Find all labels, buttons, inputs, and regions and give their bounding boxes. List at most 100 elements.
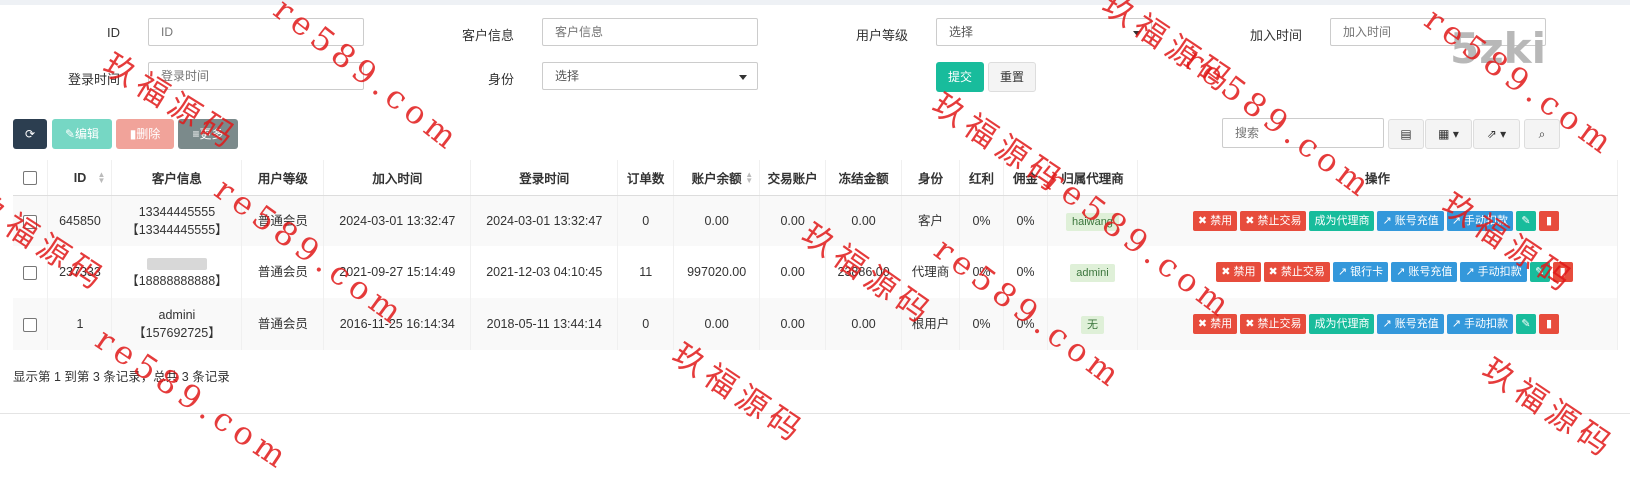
submit-button[interactable]: 提交 bbox=[936, 62, 984, 92]
login-time-label: 登录时间 bbox=[67, 72, 120, 87]
cell-login-time: 2018-05-11 13:44:14 bbox=[470, 298, 619, 350]
join-time-label: 加入时间 bbox=[1249, 28, 1302, 43]
header-id[interactable]: ID ▲ ▼ bbox=[47, 160, 113, 196]
delete-button-label: 删除 bbox=[136, 127, 161, 141]
trash-icon: ▮ bbox=[1546, 215, 1553, 227]
cell-trade: 0.00 bbox=[759, 195, 827, 246]
cell-level: 普通会员 bbox=[241, 246, 325, 298]
cell-frozen: 0.00 bbox=[825, 298, 903, 350]
row-checkbox[interactable] bbox=[23, 265, 38, 280]
role-label: 身份 bbox=[487, 72, 514, 87]
deduct-button[interactable]: ↗ 手动扣款 bbox=[1460, 262, 1527, 282]
cell-id: 237333 bbox=[47, 246, 113, 298]
header-agent: 归属代理商 bbox=[1047, 160, 1138, 196]
header-orders: 订单数 bbox=[617, 160, 675, 196]
trash-icon: ▮ bbox=[1559, 266, 1566, 278]
columns-button[interactable]: ▦ ▾ bbox=[1425, 119, 1472, 149]
customer-phone: 【13344445555】 bbox=[126, 223, 228, 237]
sort-icon: ▲ ▼ bbox=[97, 170, 106, 185]
more-button-label: 更多 bbox=[199, 127, 224, 141]
export-icon: ⇗ ▾ bbox=[1486, 127, 1507, 141]
cell-level: 普通会员 bbox=[241, 195, 325, 246]
edit-row-button[interactable]: ✎ bbox=[1516, 211, 1537, 231]
become-agent-label: 成为代理商 bbox=[1314, 215, 1370, 227]
export-button[interactable]: ⇗ ▾ bbox=[1473, 119, 1520, 149]
data-table: ID ▲ ▼ 客户信息 用户等级 加入时间 登录时间 订单数 账户余额 ▲ ▼ 交易账户… bbox=[13, 160, 1619, 350]
disable-button[interactable]: ✖ 禁用 bbox=[1192, 211, 1238, 231]
agent-badge: admini bbox=[1070, 263, 1115, 282]
header-balance[interactable]: 账户余额 ▲ ▼ bbox=[673, 160, 761, 196]
recharge-button[interactable]: ↗ 账号充值 bbox=[1377, 314, 1444, 334]
ban-trade-label: 禁止交易 bbox=[1257, 215, 1302, 227]
deduct-button[interactable]: ↗ 手动扣款 bbox=[1446, 211, 1514, 231]
level-select[interactable]: 选择 bbox=[936, 18, 1152, 46]
bottom-divider bbox=[0, 413, 1630, 414]
disable-button[interactable]: ✖ 禁用 bbox=[1216, 262, 1261, 282]
ban-trade-button[interactable]: ✖ 禁止交易 bbox=[1263, 262, 1330, 282]
chevron-down-icon bbox=[1133, 31, 1141, 36]
table-header-row: ID ▲ ▼ 客户信息 用户等级 加入时间 登录时间 订单数 账户余额 ▲ ▼ 交易账户… bbox=[13, 160, 1619, 196]
recharge-button[interactable]: ↗ 账号充值 bbox=[1377, 211, 1444, 231]
cell-level: 普通会员 bbox=[241, 298, 325, 350]
select-all-cell[interactable] bbox=[13, 160, 49, 196]
become-agent-button[interactable]: 成为代理商 bbox=[1309, 211, 1375, 231]
cell-role: 客户 bbox=[901, 195, 961, 246]
login-time-input[interactable] bbox=[148, 62, 364, 90]
row-select-cell[interactable] bbox=[13, 246, 49, 298]
delete-row-button[interactable]: ▮ bbox=[1552, 262, 1573, 282]
trash-icon: ▮ bbox=[1546, 318, 1553, 330]
header-join-time: 加入时间 bbox=[323, 160, 472, 196]
delete-row-button[interactable]: ▮ bbox=[1539, 211, 1560, 231]
role-select[interactable]: 选择 bbox=[542, 62, 758, 90]
delete-row-button[interactable]: ▮ bbox=[1539, 314, 1560, 334]
id-input[interactable] bbox=[148, 18, 364, 46]
customer-phone: 【157692725】 bbox=[133, 326, 221, 340]
ban-trade-button[interactable]: ✖ 禁止交易 bbox=[1240, 211, 1307, 231]
pencil-icon: ✎ bbox=[1535, 266, 1545, 278]
cell-id: 645850 bbox=[47, 195, 113, 246]
ban-trade-button[interactable]: ✖ 禁止交易 bbox=[1240, 314, 1307, 334]
edit-row-button[interactable]: ✎ bbox=[1529, 262, 1550, 282]
cell-agent: 无 bbox=[1047, 298, 1138, 350]
search-icon: ⌕ bbox=[1538, 127, 1546, 141]
customer-input[interactable] bbox=[542, 18, 758, 46]
delete-button[interactable]: ▮删除 bbox=[116, 119, 174, 149]
toggle-view-button[interactable]: ▤ bbox=[1388, 119, 1424, 149]
header-level: 用户等级 bbox=[241, 160, 325, 196]
header-role: 身份 bbox=[901, 160, 961, 196]
customer-label: 客户信息 bbox=[461, 28, 514, 43]
more-button[interactable]: ≡更多 bbox=[178, 119, 238, 149]
cell-role: 根用户 bbox=[901, 298, 961, 350]
cell-orders: 0 bbox=[617, 195, 675, 246]
cell-commission: 0% bbox=[1003, 195, 1048, 246]
row-select-cell[interactable] bbox=[13, 195, 49, 246]
deduct-button[interactable]: ↗ 手动扣款 bbox=[1446, 314, 1514, 334]
cell-actions: ✖ 禁用 ✖ 禁止交易 ↗ 银行卡 ↗ 账号充值 ↗ 手动扣款 ✎ ▮ bbox=[1137, 246, 1619, 298]
select-all-checkbox[interactable] bbox=[23, 170, 38, 185]
disable-button[interactable]: ✖ 禁用 bbox=[1192, 314, 1238, 334]
refresh-button[interactable]: ⟳ bbox=[13, 119, 47, 149]
recharge-button[interactable]: ↗ 账号充值 bbox=[1391, 262, 1458, 282]
table-search-input[interactable] bbox=[1222, 118, 1384, 148]
edit-button[interactable]: ✎编辑 bbox=[52, 119, 112, 149]
cell-frozen: 0.00 bbox=[825, 195, 903, 246]
cell-customer: 13344445555 【13344445555】 bbox=[111, 195, 243, 246]
cell-trade: 0.00 bbox=[759, 298, 827, 350]
row-checkbox[interactable] bbox=[23, 317, 38, 332]
edit-row-button[interactable]: ✎ bbox=[1516, 314, 1537, 334]
table-row: 237333 【18888888888】 普通会员 2021-09-27 15:… bbox=[13, 246, 1619, 298]
row-checkbox[interactable] bbox=[23, 214, 38, 229]
deduct-label: 手动扣款 bbox=[1464, 215, 1509, 227]
cell-role: 代理商 bbox=[901, 246, 961, 298]
row-select-cell[interactable] bbox=[13, 298, 49, 350]
table-row: 645850 13344445555 【13344445555】 普通会员 202… bbox=[13, 195, 1619, 246]
header-trade-account: 交易账户 bbox=[759, 160, 827, 196]
customer-name-blurred bbox=[112, 254, 241, 272]
bank-card-button[interactable]: ↗ 银行卡 bbox=[1332, 262, 1389, 282]
reset-button[interactable]: 重置 bbox=[988, 62, 1036, 92]
header-bonus: 红利 bbox=[959, 160, 1004, 196]
search-button[interactable]: ⌕ bbox=[1524, 119, 1560, 149]
become-agent-button[interactable]: 成为代理商 bbox=[1309, 314, 1375, 334]
list-icon: ▤ bbox=[1400, 127, 1412, 141]
pagination-summary: 显示第 1 到第 3 条记录，总共 3 条记录 bbox=[13, 370, 230, 384]
